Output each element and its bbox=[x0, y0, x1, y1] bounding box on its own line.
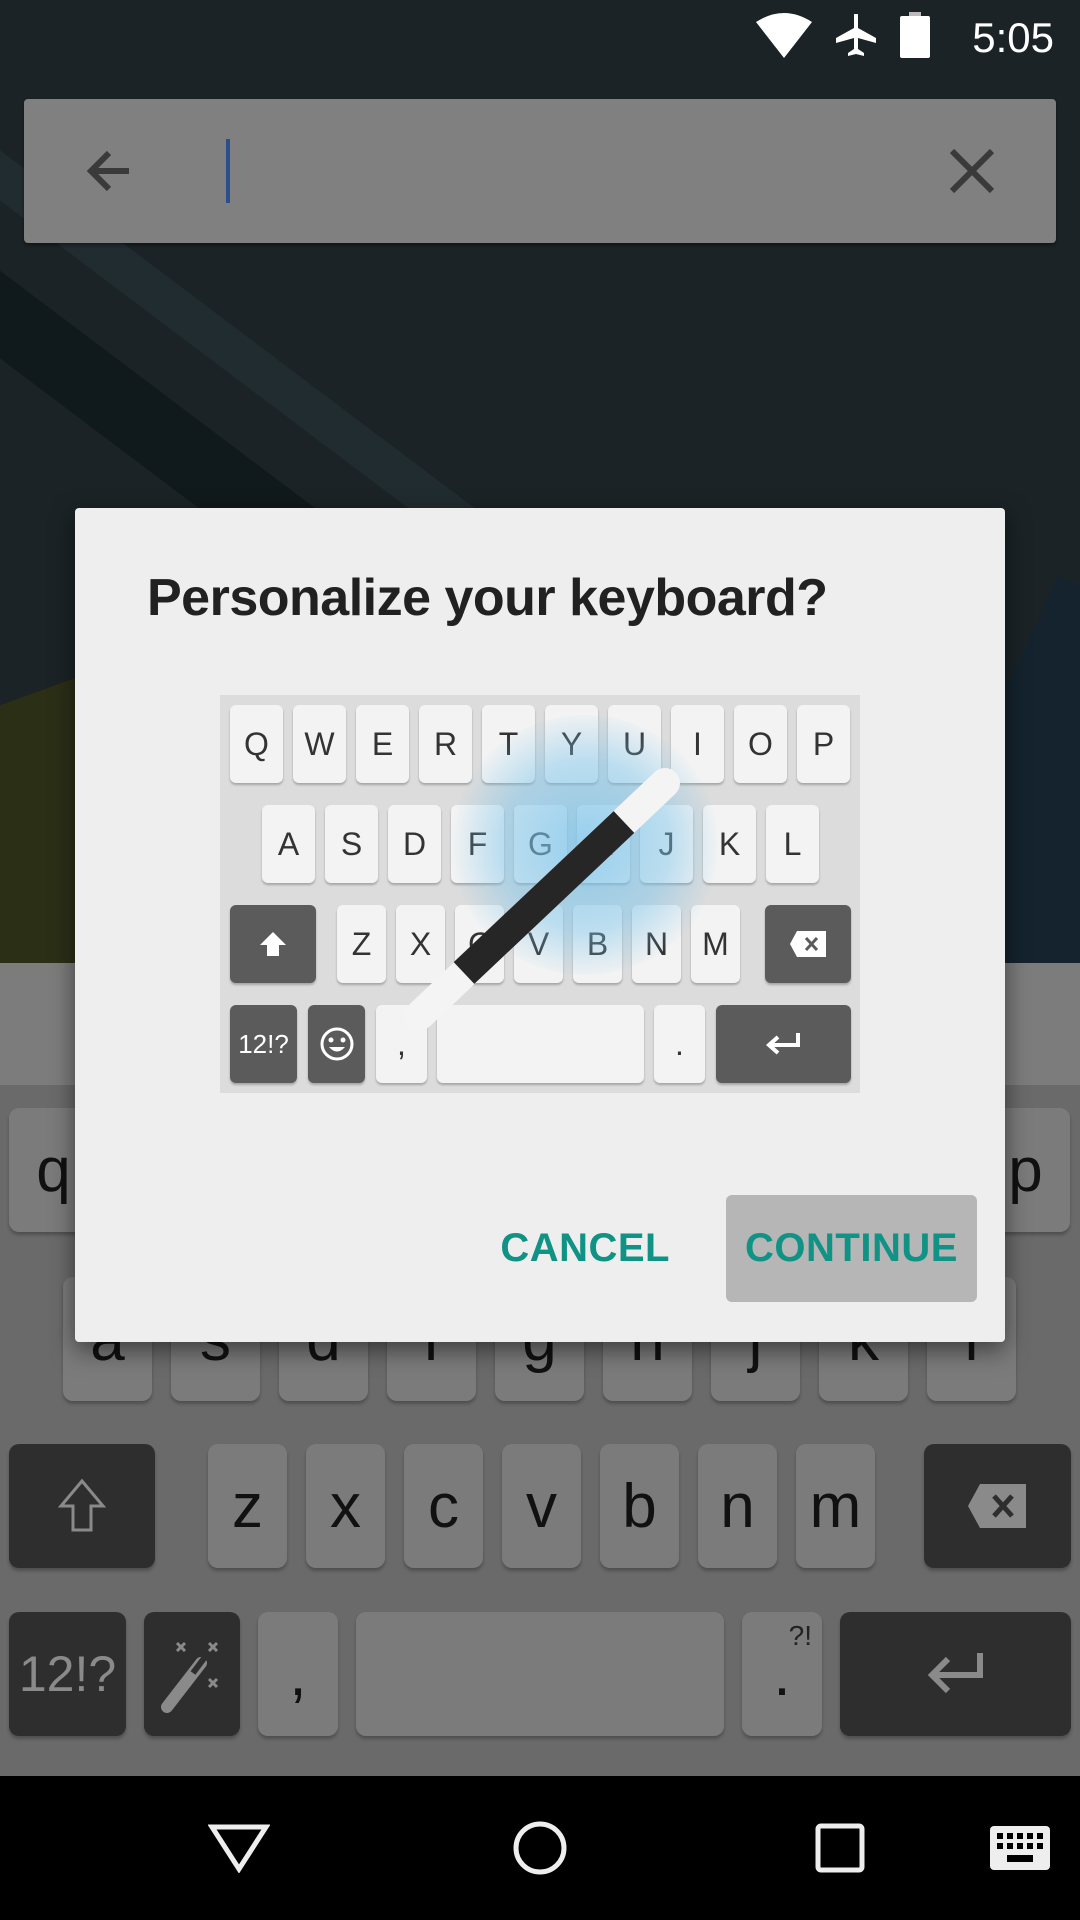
wifi-icon bbox=[756, 12, 812, 63]
shift-key[interactable] bbox=[9, 1444, 155, 1568]
symbols-key[interactable]: 12!? bbox=[9, 1612, 126, 1736]
period-key[interactable]: ?! . bbox=[742, 1612, 822, 1736]
cancel-button[interactable]: CANCEL bbox=[494, 1225, 676, 1272]
home-icon[interactable] bbox=[505, 1816, 575, 1880]
key-b[interactable]: b bbox=[600, 1444, 679, 1568]
magic-wand-icon bbox=[161, 1641, 219, 1713]
comma-key[interactable]: , bbox=[258, 1612, 338, 1736]
key-n[interactable]: n bbox=[698, 1444, 777, 1568]
search-bar bbox=[24, 99, 1056, 243]
dialog-actions: CANCEL CONTINUE bbox=[494, 1195, 977, 1302]
continue-button-label: CONTINUE bbox=[745, 1226, 958, 1270]
key-z[interactable]: z bbox=[208, 1444, 287, 1568]
spacebar[interactable] bbox=[356, 1612, 724, 1736]
navigation-bar bbox=[0, 1776, 1080, 1920]
key-m[interactable]: m bbox=[796, 1444, 875, 1568]
backspace-key[interactable] bbox=[924, 1444, 1071, 1568]
arrow-back-icon[interactable] bbox=[79, 141, 139, 201]
enter-icon bbox=[927, 1653, 983, 1694]
key-x[interactable]: x bbox=[306, 1444, 385, 1568]
text-cursor bbox=[226, 139, 230, 203]
continue-button[interactable]: CONTINUE bbox=[726, 1195, 977, 1302]
status-bar: 5:05 bbox=[0, 0, 1080, 75]
key-v[interactable]: v bbox=[502, 1444, 581, 1568]
personalize-dialog: Personalize your keyboard? QWERTYUIOPASD… bbox=[75, 508, 1005, 1342]
status-icons bbox=[756, 11, 930, 63]
magic-wand-illustration bbox=[405, 768, 680, 1030]
shift-icon bbox=[57, 1478, 107, 1532]
period-hint: ?! bbox=[788, 1620, 812, 1651]
key-c[interactable]: c bbox=[404, 1444, 483, 1568]
backspace-icon bbox=[967, 1484, 1026, 1528]
dialog-title: Personalize your keyboard? bbox=[147, 569, 828, 627]
enter-key[interactable] bbox=[840, 1612, 1071, 1736]
close-icon[interactable] bbox=[944, 143, 1000, 199]
keyboard-illustration: QWERTYUIOPASDFGHJKLZXCVBNM12!?,. bbox=[220, 695, 860, 1093]
personalize-key[interactable] bbox=[144, 1612, 240, 1736]
recents-icon[interactable] bbox=[805, 1816, 875, 1880]
battery-icon bbox=[900, 11, 930, 63]
status-time: 5:05 bbox=[972, 14, 1054, 61]
search-input[interactable] bbox=[234, 129, 938, 215]
back-icon[interactable] bbox=[204, 1816, 274, 1880]
keyboard-switch-icon[interactable] bbox=[985, 1816, 1055, 1880]
airplane-mode-icon bbox=[834, 12, 878, 63]
